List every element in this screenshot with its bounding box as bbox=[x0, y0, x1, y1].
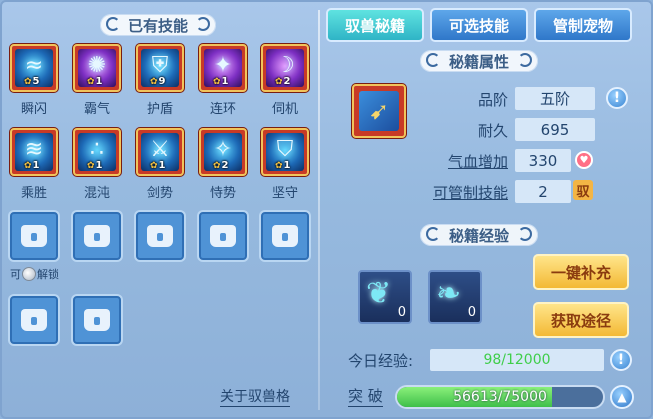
blue-beast-icon: ❧ bbox=[436, 276, 462, 311]
skill-count: 1 bbox=[275, 160, 291, 171]
skill-slot[interactable]: ⚔1 bbox=[136, 128, 184, 176]
grade-label: 品阶 bbox=[477, 91, 508, 109]
empty-skill-slot[interactable] bbox=[136, 212, 184, 260]
skill-slot[interactable]: ✺1 bbox=[73, 44, 121, 92]
skill-slot[interactable]: ≈5 bbox=[10, 44, 58, 92]
swirl-ornament-icon bbox=[426, 53, 440, 67]
breakthrough-progress-text: 56613/75000 bbox=[453, 389, 547, 405]
skill-count: 1 bbox=[213, 76, 229, 87]
swirl-ornament-icon bbox=[106, 17, 120, 31]
skill-label: 瞬闪 bbox=[20, 102, 47, 117]
owned-skills-title: 已有技能 bbox=[127, 16, 188, 35]
skill-label: 霸气 bbox=[83, 102, 110, 117]
slot-lock-icon bbox=[272, 225, 298, 247]
unlock-note-prefix: 可 bbox=[10, 268, 21, 281]
obtain-method-button[interactable]: 获取途径 bbox=[533, 302, 629, 338]
slot-lock-icon bbox=[210, 225, 236, 247]
golden-beast-book-icon: ➹ bbox=[359, 91, 399, 131]
skill-count: 5 bbox=[24, 76, 40, 87]
skill-slot[interactable]: ✧2 bbox=[199, 128, 247, 176]
slot-lock-icon bbox=[84, 225, 110, 247]
blue-spirit-icon: ❦ bbox=[366, 276, 392, 311]
tab-beast-manual[interactable]: 驭兽秘籍 bbox=[326, 8, 424, 42]
breakthrough-upgrade-button[interactable]: ▲ bbox=[610, 385, 634, 409]
tab-label: 管制宠物 bbox=[552, 16, 613, 35]
one-click-refill-button[interactable]: 一键补充 bbox=[533, 254, 629, 290]
durability-value: 695 bbox=[515, 118, 595, 141]
owned-skills-header: 已有技能 bbox=[100, 14, 216, 36]
durability-label: 耐久 bbox=[477, 122, 508, 140]
breakthrough-progress-bar: 56613/75000 bbox=[395, 385, 605, 409]
skill-label: 恃势 bbox=[209, 186, 236, 201]
today-exp-text: 98/12000 bbox=[483, 352, 551, 368]
skill-slot[interactable]: ⛨9 bbox=[136, 44, 184, 92]
button-label: 获取途径 bbox=[550, 311, 611, 330]
skill-label: 连环 bbox=[209, 102, 236, 117]
exp-item-slot[interactable]: ❧ 0 bbox=[428, 270, 482, 324]
skill-count: 1 bbox=[87, 76, 103, 87]
heart-icon: ♥ bbox=[575, 151, 593, 169]
skill-count: 9 bbox=[150, 76, 166, 87]
tab-controlled-pets[interactable]: 管制宠物 bbox=[534, 8, 632, 42]
skill-label: 护盾 bbox=[146, 102, 173, 117]
controllable-skills-value: 2 bbox=[515, 180, 571, 203]
silver-key-icon bbox=[22, 267, 36, 281]
empty-skill-slot[interactable] bbox=[73, 212, 121, 260]
skill-count: 1 bbox=[150, 160, 166, 171]
skill-label: 剑势 bbox=[146, 186, 173, 201]
manual-exp-header: 秘籍经验 bbox=[420, 224, 538, 246]
swirl-ornament-icon bbox=[518, 53, 532, 67]
manual-exp-title: 秘籍经验 bbox=[448, 226, 509, 245]
skill-slot[interactable]: ⛉1 bbox=[261, 128, 309, 176]
panel-divider bbox=[318, 10, 320, 410]
unlock-note: 可 解锁 bbox=[10, 266, 59, 282]
hp-increase-label[interactable]: 气血增加 bbox=[398, 151, 508, 172]
breakthrough-label[interactable]: 突 破 bbox=[348, 385, 383, 407]
slot-lock-icon bbox=[84, 309, 110, 331]
empty-skill-slot[interactable] bbox=[10, 296, 58, 344]
skill-count: 1 bbox=[87, 160, 103, 171]
grade-info-button[interactable]: ! bbox=[606, 87, 628, 109]
grade-value: 五阶 bbox=[515, 87, 595, 110]
today-exp-label: 今日经验: bbox=[348, 352, 414, 370]
swirl-ornament-icon bbox=[196, 17, 210, 31]
empty-skill-slot[interactable] bbox=[261, 212, 309, 260]
slot-lock-icon bbox=[21, 309, 47, 331]
empty-skill-slot[interactable] bbox=[199, 212, 247, 260]
exp-item-slot[interactable]: ❦ 0 bbox=[358, 270, 412, 324]
skill-count: 1 bbox=[24, 160, 40, 171]
swirl-ornament-icon bbox=[518, 227, 532, 241]
skill-slot[interactable]: ≋1 bbox=[10, 128, 58, 176]
exp-item-count: 0 bbox=[467, 305, 476, 320]
about-beast-slot-link[interactable]: 关于驭兽格 bbox=[220, 386, 290, 407]
unlock-note-suffix: 解锁 bbox=[37, 268, 59, 281]
skill-slot[interactable]: ✦1 bbox=[199, 44, 247, 92]
manual-attrs-title: 秘籍属性 bbox=[448, 52, 509, 71]
tab-optional-skills[interactable]: 可选技能 bbox=[430, 8, 528, 42]
tab-label: 驭兽秘籍 bbox=[344, 16, 405, 35]
empty-skill-slot[interactable] bbox=[73, 296, 121, 344]
skill-label: 坚守 bbox=[271, 186, 298, 201]
skill-count: 2 bbox=[275, 76, 291, 87]
tab-label: 可选技能 bbox=[448, 16, 509, 35]
manual-attrs-header: 秘籍属性 bbox=[420, 50, 538, 72]
button-label: 一键补充 bbox=[550, 263, 611, 282]
hp-increase-value: 330 bbox=[515, 149, 571, 172]
skill-label: 混沌 bbox=[83, 186, 110, 201]
skill-label: 伺机 bbox=[271, 102, 298, 117]
yu-badge-icon: 驭 bbox=[573, 180, 593, 200]
slot-lock-icon bbox=[147, 225, 173, 247]
skill-slot[interactable]: ☽2 bbox=[261, 44, 309, 92]
controllable-skills-label[interactable]: 可管制技能 bbox=[398, 182, 508, 203]
swirl-ornament-icon bbox=[426, 227, 440, 241]
exp-item-count: 0 bbox=[397, 305, 406, 320]
manual-panel: 已有技能 ≈5 瞬闪 ✺1 霸气 ⛨9 护盾 ✦1 连环 ☽2 伺机 ≋1 乘胜 ∴1 混沌 ⚔1 剑势 ✧2 恃… bbox=[0, 0, 653, 419]
slot-lock-icon bbox=[21, 225, 47, 247]
skill-label: 乘胜 bbox=[20, 186, 47, 201]
empty-skill-slot[interactable] bbox=[10, 212, 58, 260]
skill-slot[interactable]: ∴1 bbox=[73, 128, 121, 176]
today-exp-info-button[interactable]: ! bbox=[610, 349, 632, 371]
today-exp-value: 98/12000 bbox=[430, 349, 604, 371]
skill-count: 2 bbox=[213, 160, 229, 171]
